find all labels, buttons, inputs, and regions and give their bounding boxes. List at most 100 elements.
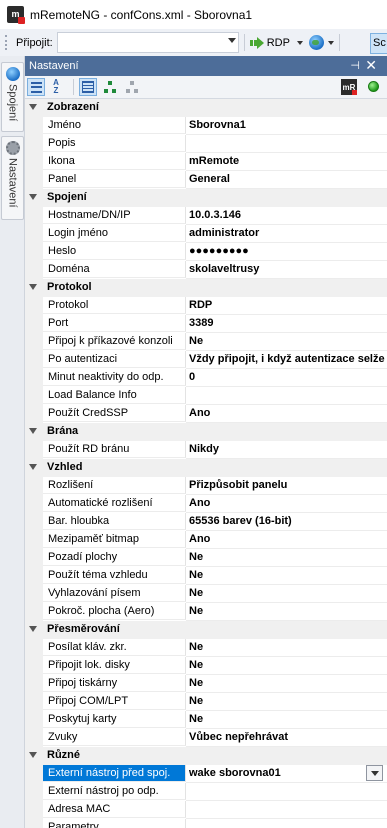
property-name[interactable]: Rozlišení	[43, 477, 186, 494]
property-name[interactable]: Jméno	[43, 117, 186, 134]
property-name[interactable]: Ikona	[43, 153, 186, 170]
property-value[interactable]: 10.0.3.146	[186, 207, 387, 225]
pin-icon[interactable]: ⊣	[350, 59, 360, 72]
property-value[interactable]: administrator	[186, 225, 387, 243]
property-name[interactable]: Připoj tiskárny	[43, 675, 186, 692]
category-row[interactable]: Protokol	[25, 279, 387, 297]
property-value[interactable]: Ne	[186, 549, 387, 567]
default-inheritance-button[interactable]	[101, 78, 119, 96]
alphabetical-view-button[interactable]: AZ	[47, 78, 65, 96]
property-row[interactable]: Rozlišení Přizpůsobit panelu	[25, 477, 387, 495]
property-row[interactable]: Pokroč. plocha (Aero) Ne	[25, 603, 387, 621]
property-name[interactable]: Port	[43, 315, 186, 332]
property-row[interactable]: Připoj tiskárny Ne	[25, 675, 387, 693]
property-row[interactable]: Mezipaměť bitmap Ano	[25, 531, 387, 549]
property-value[interactable]: Vůbec nepřehrávat	[186, 729, 387, 747]
globe-icon[interactable]	[308, 35, 324, 50]
property-row[interactable]: Připojit lok. disky Ne	[25, 657, 387, 675]
property-value[interactable]: wake sborovna01	[186, 765, 387, 783]
category-row[interactable]: Různé	[25, 747, 387, 765]
property-name[interactable]: Minut neaktivity do odp.	[43, 369, 186, 386]
property-name[interactable]: Poskytuj karty	[43, 711, 186, 728]
property-name[interactable]: Automatické rozlišení	[43, 495, 186, 512]
property-row[interactable]: Bar. hloubka 65536 barev (16-bit)	[25, 513, 387, 531]
categorized-view-button[interactable]	[27, 78, 45, 96]
property-name[interactable]: Load Balance Info	[43, 387, 186, 404]
property-row[interactable]: Posílat kláv. zkr. Ne	[25, 639, 387, 657]
property-row[interactable]: Jméno Sborovna1	[25, 117, 387, 135]
property-value[interactable]: Ano	[186, 531, 387, 549]
property-value[interactable]: 3389	[186, 315, 387, 333]
collapse-icon[interactable]	[29, 464, 37, 470]
property-value[interactable]: Ne	[186, 567, 387, 585]
property-name[interactable]: Posílat kláv. zkr.	[43, 639, 186, 656]
property-row[interactable]: Automatické rozlišení Ano	[25, 495, 387, 513]
property-row[interactable]: Externí nástroj po odp.	[25, 783, 387, 801]
property-row[interactable]: Doména skolaveltrusy	[25, 261, 387, 279]
category-row[interactable]: Zobrazení	[25, 99, 387, 117]
property-row[interactable]: Pozadí plochy Ne	[25, 549, 387, 567]
protocol-dropdown-icon[interactable]	[296, 40, 303, 45]
property-value[interactable]: Sborovna1	[186, 117, 387, 135]
category-row[interactable]: Vzhled	[25, 459, 387, 477]
property-name[interactable]: Bar. hloubka	[43, 513, 186, 530]
property-row[interactable]: Vyhlazování písem Ne	[25, 585, 387, 603]
collapse-icon[interactable]	[29, 104, 37, 110]
property-name[interactable]: Heslo	[43, 243, 186, 260]
property-value[interactable]: 65536 barev (16-bit)	[186, 513, 387, 531]
property-value[interactable]: Vždy připojit, i když autentizace selže	[186, 351, 387, 369]
category-row[interactable]: Spojení	[25, 189, 387, 207]
screenshot-button[interactable]: Sc	[370, 33, 387, 54]
property-row[interactable]: Použít RD bránu Nikdy	[25, 441, 387, 459]
property-value[interactable]: Přizpůsobit panelu	[186, 477, 387, 495]
property-name[interactable]: Vyhlazování písem	[43, 585, 186, 602]
property-name[interactable]: Doména	[43, 261, 186, 278]
property-value[interactable]	[186, 135, 387, 153]
property-value[interactable]: Ne	[186, 639, 387, 657]
property-name[interactable]: Připojit lok. disky	[43, 657, 186, 674]
inheritance-button[interactable]	[123, 78, 141, 96]
property-name[interactable]: Pokroč. plocha (Aero)	[43, 603, 186, 620]
collapse-icon[interactable]	[29, 194, 37, 200]
property-row[interactable]: Hostname/DN/IP 10.0.3.146	[25, 207, 387, 225]
property-value[interactable]: Ne	[186, 693, 387, 711]
property-value[interactable]	[186, 387, 387, 405]
property-name[interactable]: Login jméno	[43, 225, 186, 242]
close-icon[interactable]: ✕	[365, 57, 377, 73]
property-name[interactable]: Adresa MAC	[43, 801, 186, 818]
chevron-down-icon[interactable]	[366, 765, 383, 781]
property-row[interactable]: Protokol RDP	[25, 297, 387, 315]
collapse-icon[interactable]	[29, 428, 37, 434]
property-value[interactable]: Ne	[186, 585, 387, 603]
property-value[interactable]: Ano	[186, 495, 387, 513]
property-name[interactable]: Externí nástroj před spoj.	[43, 765, 186, 782]
property-value[interactable]: Ne	[186, 333, 387, 351]
collapse-icon[interactable]	[29, 752, 37, 758]
property-row[interactable]: Port 3389	[25, 315, 387, 333]
tab-connections[interactable]: Spojení	[1, 62, 24, 132]
property-name[interactable]: Použít téma vzhledu	[43, 567, 186, 584]
property-value[interactable]: Nikdy	[186, 441, 387, 459]
property-value[interactable]: Ne	[186, 657, 387, 675]
category-row[interactable]: Brána	[25, 423, 387, 441]
property-value[interactable]: ●●●●●●●●●	[186, 243, 387, 261]
property-value[interactable]: RDP	[186, 297, 387, 315]
property-row[interactable]: Minut neaktivity do odp. 0	[25, 369, 387, 387]
property-name[interactable]: Mezipaměť bitmap	[43, 531, 186, 548]
property-name[interactable]: Zvuky	[43, 729, 186, 746]
globe-dropdown-icon[interactable]	[327, 40, 334, 45]
property-row[interactable]: Popis	[25, 135, 387, 153]
quick-connect-combobox[interactable]	[56, 32, 239, 53]
tab-settings[interactable]: Nastavení	[1, 136, 24, 220]
property-name[interactable]: Parametry	[43, 819, 186, 828]
property-row[interactable]: Parametry	[25, 819, 387, 828]
property-value[interactable]: skolaveltrusy	[186, 261, 387, 279]
property-name[interactable]: Použít CredSSP	[43, 405, 186, 422]
toolbar-grip-icon[interactable]	[5, 35, 10, 50]
property-value[interactable]: mRemote	[186, 153, 387, 171]
property-row[interactable]: Poskytuj karty Ne	[25, 711, 387, 729]
property-name[interactable]: Protokol	[43, 297, 186, 314]
property-row[interactable]: Login jméno administrator	[25, 225, 387, 243]
category-row[interactable]: Přesměrování	[25, 621, 387, 639]
property-name[interactable]: Připoj k příkazové konzoli	[43, 333, 186, 350]
